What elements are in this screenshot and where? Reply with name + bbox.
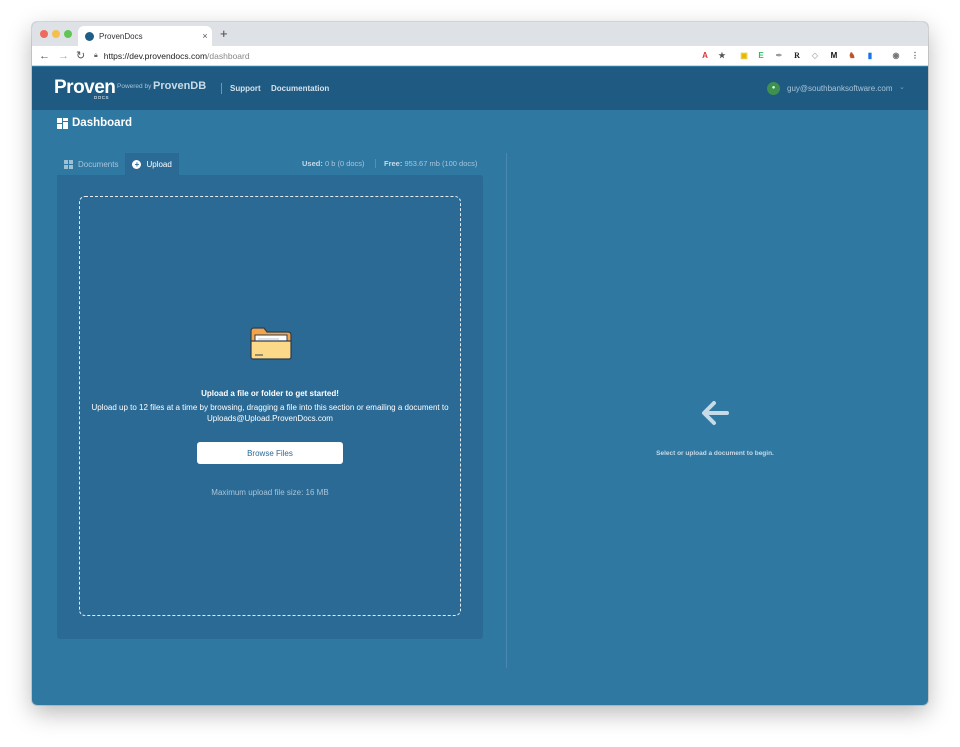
forward-button[interactable]: →: [58, 49, 69, 63]
plus-circle-icon: +: [132, 159, 142, 169]
chevron-down-icon[interactable]: ⌄: [899, 83, 905, 91]
extension-r-icon[interactable]: R: [792, 51, 802, 61]
usage-used-label: Used:: [302, 159, 323, 168]
usage-free-label: Free:: [384, 159, 403, 168]
profile-avatar-icon[interactable]: ◉: [891, 51, 901, 61]
upload-dropzone[interactable]: Upload a file or folder to get started! …: [79, 196, 461, 616]
powered-by-label: Powered by: [117, 83, 152, 90]
extension-medium-icon[interactable]: M: [829, 51, 839, 61]
new-tab-button[interactable]: +: [220, 27, 228, 41]
url-host: https://dev.provendocs.com: [103, 51, 208, 61]
extension-adblock-icon[interactable]: A: [700, 51, 710, 61]
user-email[interactable]: guy@southbanksoftware.com: [787, 84, 893, 93]
back-button[interactable]: ←: [39, 49, 50, 63]
tab-upload[interactable]: + Upload: [125, 153, 179, 175]
close-window-icon[interactable]: [40, 30, 48, 38]
app-header: Proven DOCS Powered by ProvenDB Support …: [32, 67, 928, 110]
reload-button[interactable]: ↻: [76, 49, 85, 63]
extension-pen-icon[interactable]: ✒: [774, 51, 784, 61]
content-tabs: Documents + Upload: [57, 153, 179, 175]
preview-hint: Select or upload a document to begin.: [656, 450, 774, 457]
browser-tabstrip: ProvenDocs × +: [32, 22, 928, 46]
usage-free-value: 953.67 mb (100 docs): [404, 159, 478, 168]
extension-evernote-icon[interactable]: E: [756, 51, 766, 61]
usage-used-value: 0 b (0 docs): [324, 159, 365, 168]
usage-used: Used: 0 b (0 docs): [302, 159, 365, 168]
maximize-window-icon[interactable]: [64, 30, 72, 38]
browser-window: ProvenDocs × + ← → ↻ 🔒︎ https://dev.prov…: [32, 22, 928, 705]
column-divider: [506, 153, 507, 668]
extension-bookmark-icon[interactable]: ▮: [865, 51, 875, 61]
max-upload-size: Maximum upload file size: 16 MB: [211, 488, 329, 497]
header-divider: [221, 83, 222, 94]
browser-menu-icon[interactable]: ⋮: [910, 51, 920, 61]
favicon-icon: [85, 31, 94, 41]
folder-icon: [250, 327, 292, 360]
logo-subtext: DOCS: [94, 95, 110, 100]
documents-grid-icon: [64, 159, 73, 169]
address-bar[interactable]: 🔒︎ https://dev.provendocs.com /dashboard: [94, 49, 676, 63]
user-avatar[interactable]: ●: [767, 82, 780, 95]
extension-fox-icon[interactable]: ♞: [847, 51, 857, 61]
upload-description: Upload up to 12 files at a time by brows…: [91, 403, 449, 423]
browser-tab-title: ProvenDocs: [99, 31, 143, 41]
usage-free: Free: 953.67 mb (100 docs): [384, 159, 477, 168]
minimize-window-icon[interactable]: [52, 30, 60, 38]
arrow-left-icon: [702, 401, 729, 425]
extension-diamond-icon[interactable]: ◇: [810, 51, 820, 61]
tab-upload-label: Upload: [146, 159, 172, 169]
page-title-row: Dashboard: [57, 117, 132, 129]
dashboard-grid-icon: [57, 117, 68, 129]
extension-notes-icon[interactable]: ▣: [739, 51, 749, 61]
lock-icon: 🔒︎: [94, 52, 98, 59]
tab-documents-label: Documents: [78, 159, 119, 169]
bookmark-star-icon[interactable]: ★: [717, 51, 727, 61]
browse-files-button[interactable]: Browse Files: [197, 442, 343, 464]
upload-panel: Upload a file or folder to get started! …: [57, 175, 483, 639]
usage-divider: [375, 159, 376, 168]
page-title: Dashboard: [72, 117, 133, 129]
tab-close-icon[interactable]: ×: [198, 31, 212, 41]
upload-title: Upload a file or folder to get started!: [201, 389, 339, 398]
nav-link-support[interactable]: Support: [230, 84, 261, 93]
url-path: /dashboard: [207, 51, 250, 61]
nav-link-documentation[interactable]: Documentation: [271, 84, 329, 93]
provendb-brand[interactable]: ProvenDB: [153, 80, 206, 92]
browser-tab[interactable]: ProvenDocs ×: [78, 26, 212, 46]
tab-documents[interactable]: Documents: [57, 153, 125, 175]
browser-toolbar: ← → ↻ 🔒︎ https://dev.provendocs.com /das…: [32, 46, 928, 66]
